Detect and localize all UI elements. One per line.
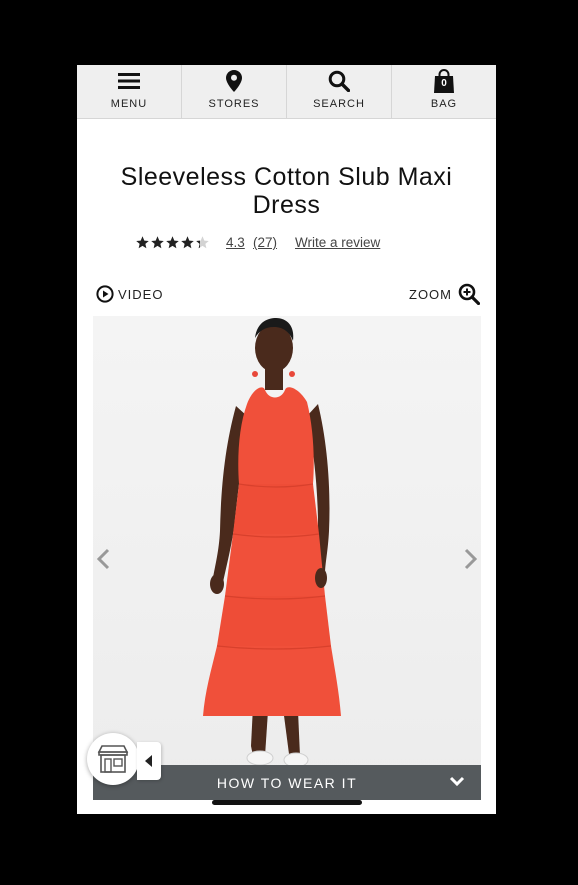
store-widget-toggle[interactable] [137,742,161,780]
zoom-label: ZOOM [409,286,452,302]
zoom-button[interactable]: ZOOM [409,283,480,305]
map-pin-icon [226,68,242,94]
nav-bag[interactable]: 0 BAG [392,65,496,118]
chevron-left-icon [96,548,110,570]
top-navigation: MENU STORES SEARCH 0 BAG [77,65,496,119]
rating-row: 4.3 (27) Write a review [77,234,496,254]
star-rating [135,235,210,250]
play-circle-icon [96,285,114,303]
next-image-arrow[interactable] [463,547,479,576]
caret-left-icon [145,755,152,767]
write-review-link[interactable]: Write a review [295,235,380,250]
nav-bag-label: BAG [430,98,458,110]
product-image[interactable] [93,316,481,800]
how-to-wear-it-label: HOW TO WEAR IT [216,774,358,791]
app-screen: MENU STORES SEARCH 0 BAG Sleeveless Cott… [77,65,496,814]
search-icon [328,68,350,94]
star-icon [181,236,194,249]
chevron-down-icon [449,776,465,787]
home-indicator [212,800,362,805]
star-icon [151,236,164,249]
previous-image-arrow[interactable] [95,547,111,576]
store-widget-button[interactable] [87,733,139,785]
review-count-link[interactable]: (27) [253,235,277,250]
nav-stores[interactable]: STORES [182,65,287,118]
video-button[interactable]: VIDEO [96,285,163,303]
bag-icon: 0 [433,69,455,93]
star-icon [136,236,149,249]
video-label: VIDEO [118,286,164,302]
bag-count-badge: 0 [441,78,447,89]
hamburger-icon [118,68,140,94]
product-title: Sleeveless Cotton Slub Maxi Dress [120,163,453,219]
nav-menu-label: MENU [110,98,148,110]
nav-search-label: SEARCH [313,98,365,110]
rating-value-link[interactable]: 4.3 [226,235,245,250]
model-in-dress-illustration [203,318,341,768]
star-partial-icon [196,236,209,249]
nav-menu[interactable]: MENU [77,65,182,118]
storefront-icon [97,745,129,773]
zoom-in-icon [458,283,480,305]
nav-search[interactable]: SEARCH [287,65,392,118]
nav-stores-label: STORES [208,98,260,110]
star-icon [166,236,179,249]
chevron-right-icon [464,548,478,570]
